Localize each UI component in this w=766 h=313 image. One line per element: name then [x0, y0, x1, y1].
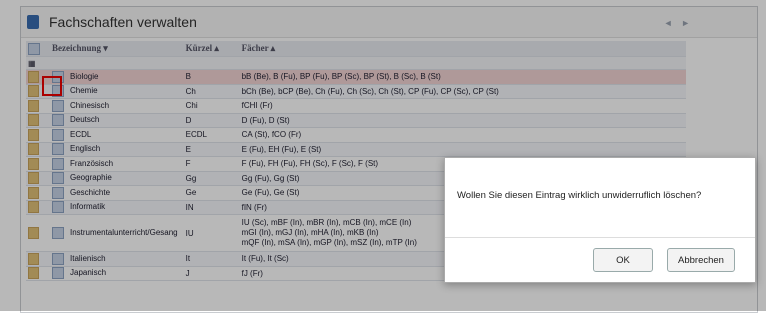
dialog-message: Wollen Sie diesen Eintrag wirklich unwid…	[457, 190, 702, 201]
cancel-button[interactable]: Abbrechen	[667, 248, 735, 272]
dialog-footer: OK Abbrechen	[445, 237, 755, 282]
confirm-dialog: Wollen Sie diesen Eintrag wirklich unwid…	[444, 157, 756, 283]
ok-button[interactable]: OK	[593, 248, 653, 272]
